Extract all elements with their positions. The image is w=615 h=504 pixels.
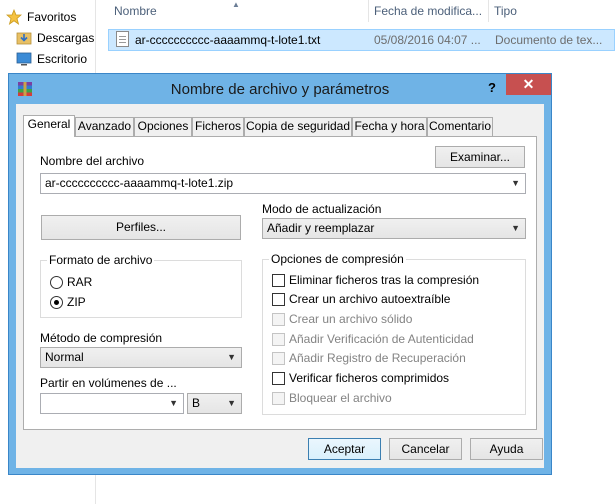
archive-dialog: Nombre de archivo y parámetros ? ✕ Gener… — [8, 73, 552, 475]
downloads-folder-icon — [16, 32, 32, 45]
option-label: Eliminar ficheros tras la compresión — [289, 273, 480, 287]
option-delete-files[interactable]: Eliminar ficheros tras la compresión — [272, 272, 479, 288]
option-authenticity: Añadir Verificación de Autenticidad — [272, 331, 474, 347]
chevron-down-icon[interactable]: ▼ — [169, 394, 178, 413]
option-recovery-record: Añadir Registro de Recuperación — [272, 350, 466, 366]
archive-name-value: ar-cccccccccc-aaaammq-t-lote1.zip — [45, 176, 234, 190]
chevron-down-icon: ▼ — [227, 352, 236, 362]
format-rar-label: RAR — [67, 275, 93, 289]
tab-avanzado[interactable]: Avanzado — [75, 117, 134, 136]
checkbox-icon — [272, 312, 285, 326]
option-label: Añadir Verificación de Autenticidad — [289, 332, 474, 346]
column-header-type[interactable]: Tipo — [490, 0, 610, 22]
update-mode-label: Modo de actualización — [262, 202, 382, 216]
sort-arrow-icon: ▲ — [232, 0, 240, 9]
archive-name-label: Nombre del archivo — [40, 154, 145, 168]
split-unit-value: B — [192, 396, 201, 410]
archive-format-title: Formato de archivo — [47, 253, 155, 267]
format-rar-radio[interactable]: RAR — [50, 274, 92, 290]
nav-item-label: Descargas — [37, 31, 95, 45]
checkbox-icon — [272, 332, 285, 346]
help-button[interactable]: Ayuda — [470, 438, 543, 460]
file-row[interactable]: ar-cccccccccc-aaaammq-t-lote1.txt 05/08/… — [108, 29, 615, 51]
option-verify-files[interactable]: Verificar ficheros comprimidos — [272, 370, 449, 386]
update-mode-select[interactable]: Añadir y reemplazar ▼ — [262, 218, 526, 239]
profiles-button[interactable]: Perfiles... — [41, 215, 241, 240]
text-file-icon — [116, 31, 129, 47]
chevron-down-icon[interactable]: ▼ — [511, 174, 520, 193]
checkbox-icon — [272, 273, 285, 287]
chevron-down-icon: ▼ — [227, 398, 236, 408]
split-volumes-label: Partir en volúmenes de ... — [40, 376, 177, 390]
cancel-button[interactable]: Cancelar — [389, 438, 462, 460]
dialog-title: Nombre de archivo y parámetros — [170, 81, 390, 98]
general-tab-panel: Nombre del archivo Examinar... ar-cccccc… — [23, 136, 537, 430]
split-unit-select[interactable]: B ▼ — [187, 393, 242, 414]
option-label: Crear un archivo autoextraíble — [289, 292, 451, 306]
option-label: Verificar ficheros comprimidos — [289, 371, 450, 385]
radio-selected-icon — [50, 295, 63, 309]
browse-button[interactable]: Examinar... — [435, 146, 525, 168]
compression-method-label: Método de compresión — [40, 331, 163, 345]
accept-button[interactable]: Aceptar — [308, 438, 381, 460]
tab-opciones[interactable]: Opciones — [134, 117, 192, 136]
tab-ficheros[interactable]: Ficheros — [192, 117, 244, 136]
option-label: Crear un archivo sólido — [289, 312, 413, 326]
option-solid-archive: Crear un archivo sólido — [272, 311, 412, 327]
compression-method-value: Normal — [45, 350, 84, 364]
checkbox-icon — [272, 351, 285, 365]
desktop-icon — [16, 52, 32, 66]
chevron-down-icon: ▼ — [511, 223, 520, 233]
star-icon — [6, 9, 22, 25]
compression-options-title: Opciones de compresión — [269, 252, 406, 266]
checkbox-icon — [272, 371, 285, 385]
archive-format-group: Formato de archivo RAR ZIP — [40, 253, 242, 318]
tab-copia-de-seguridad[interactable]: Copia de seguridad — [244, 117, 352, 136]
titlebar-help-button[interactable]: ? — [479, 78, 505, 98]
option-create-sfx[interactable]: Crear un archivo autoextraíble — [272, 291, 450, 307]
radio-icon — [50, 275, 63, 289]
compression-options-group: Opciones de compresión Eliminar ficheros… — [262, 252, 526, 415]
format-zip-radio[interactable]: ZIP — [50, 294, 86, 310]
close-button[interactable]: ✕ — [506, 74, 551, 95]
file-name: ar-cccccccccc-aaaammq-t-lote1.txt — [135, 33, 321, 47]
column-header-date[interactable]: Fecha de modifica... — [370, 0, 486, 22]
compression-method-select[interactable]: Normal ▼ — [40, 347, 242, 368]
tab-comentario[interactable]: Comentario — [427, 117, 493, 136]
nav-item-label: Escritorio — [37, 52, 88, 66]
nav-item-escritorio[interactable]: Escritorio — [16, 49, 87, 69]
file-type: Documento de tex... — [495, 33, 603, 47]
checkbox-icon — [272, 391, 285, 405]
tab-general[interactable]: General — [23, 115, 75, 137]
format-zip-label: ZIP — [67, 295, 86, 309]
split-volumes-combo[interactable]: ▼ — [40, 393, 184, 414]
checkbox-icon — [272, 292, 285, 306]
file-date: 05/08/2016 04:07 ... — [374, 33, 481, 47]
nav-item-favoritos[interactable]: Favoritos — [6, 7, 76, 27]
dialog-titlebar[interactable]: Nombre de archivo y parámetros ? ✕ — [9, 74, 551, 104]
update-mode-value: Añadir y reemplazar — [267, 221, 375, 235]
archive-name-combo[interactable]: ar-cccccccccc-aaaammq-t-lote1.zip ▼ — [40, 173, 526, 194]
option-lock-archive: Bloquear el archivo — [272, 390, 392, 406]
option-label: Bloquear el archivo — [289, 391, 392, 405]
tab-fecha-y-hora[interactable]: Fecha y hora — [352, 117, 427, 136]
dialog-client: General Avanzado Opciones Ficheros Copia… — [16, 104, 544, 468]
nav-item-label: Favoritos — [27, 10, 77, 24]
nav-item-descargas[interactable]: Descargas — [16, 28, 94, 48]
option-label: Añadir Registro de Recuperación — [289, 351, 466, 365]
